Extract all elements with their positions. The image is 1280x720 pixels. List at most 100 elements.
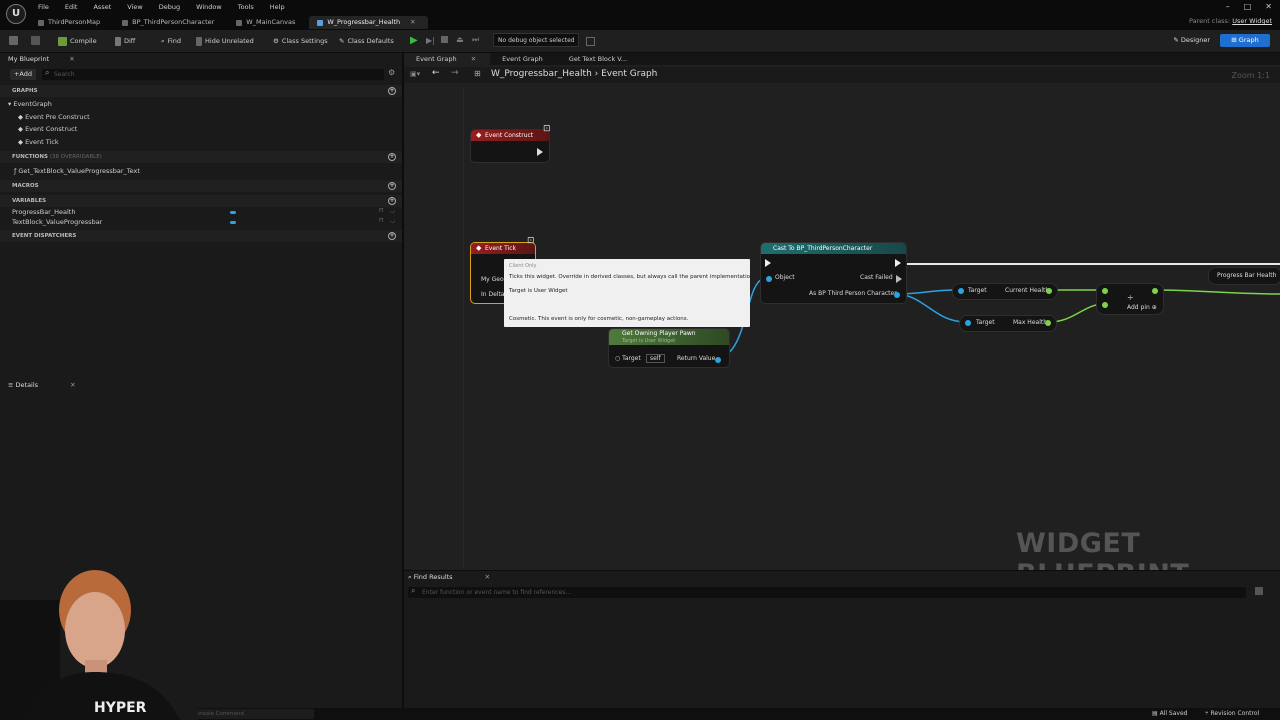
blueprint-search-input[interactable]: Search (42, 69, 384, 80)
doc-tab-bp-thirdpersoncharacter[interactable]: BP_ThirdPersonCharacter (114, 16, 226, 29)
skip-icon[interactable]: ⏭ (472, 35, 479, 45)
variable-item[interactable]: ProgressBar_Health (12, 207, 75, 217)
all-saved-status[interactable]: ▤ All Saved (1152, 708, 1187, 720)
details-icon: ≡ (8, 381, 16, 389)
current-health-getter[interactable]: Target Current Health (952, 283, 1058, 300)
exec-out-pin[interactable] (895, 259, 901, 267)
object-out-pin[interactable] (894, 292, 900, 298)
divide-node[interactable]: ÷ Add pin ⊕ (1096, 283, 1164, 315)
menu-edit[interactable]: Edit (57, 2, 86, 12)
add-dispatcher-icon[interactable]: + (388, 232, 396, 240)
float-out-pin[interactable] (1045, 320, 1051, 326)
progress-bar-health-getter[interactable]: Progress Bar Health (1208, 267, 1280, 285)
add-macro-icon[interactable]: + (388, 182, 396, 190)
graph-item-eventgraph[interactable]: ▾ EventGraph (8, 99, 52, 109)
stop-icon[interactable] (441, 36, 448, 43)
section-functions[interactable]: FUNCTIONS (38 OVERRIDABLE) + (0, 151, 402, 163)
menu-debug[interactable]: Debug (151, 2, 188, 12)
menu-file[interactable]: File (30, 2, 57, 12)
target-in-pin[interactable] (958, 288, 964, 294)
eye-icon[interactable]: ◡ (390, 207, 395, 214)
class-defaults-button[interactable]: ✎ Class Defaults (339, 35, 394, 47)
doc-tab-w-maincanvas[interactable]: W_MainCanvas (228, 16, 307, 29)
section-graphs[interactable]: GRAPHS + (0, 85, 402, 97)
tooltip-description: Ticks this widget. Override in derived c… (509, 274, 756, 280)
add-pin-button[interactable]: Add pin ⊕ (1127, 304, 1157, 311)
find-results-input[interactable]: Enter function or event name to find ref… (408, 587, 1246, 598)
get-owning-player-pawn-node[interactable]: Get Owning Player Pawn Target is User Wi… (608, 328, 730, 368)
graph-button[interactable]: ⊞ Graph (1220, 34, 1270, 47)
event-construct-node[interactable]: Event Construct ◆ (470, 129, 550, 163)
find-label: Find (167, 37, 181, 45)
menu-window[interactable]: Window (188, 2, 230, 12)
variable-item[interactable]: TextBlock_ValueProgressbar (12, 217, 102, 227)
menu-asset[interactable]: Asset (85, 2, 119, 12)
class-settings-button[interactable]: ⚙ Class Settings (273, 35, 328, 47)
close-tab-icon[interactable]: ✕ (69, 55, 74, 63)
cast-title: Cast To BP_ThirdPersonCharacter (773, 245, 873, 252)
exec-out-pin[interactable] (537, 148, 543, 156)
find-results-tab[interactable]: ⌕ Find Results ✕ (404, 571, 490, 583)
debug-options-icon[interactable] (586, 37, 595, 46)
minimize-icon[interactable]: – (1226, 2, 1230, 11)
menu-view[interactable]: View (119, 2, 150, 12)
parent-class-link[interactable]: User Widget (1232, 17, 1272, 25)
add-variable-icon[interactable]: + (388, 197, 396, 205)
close-tab-icon[interactable]: ✕ (410, 16, 415, 29)
find-options-icon[interactable] (1255, 587, 1263, 595)
graph-item-event-tick[interactable]: ◆ Event Tick (18, 137, 59, 147)
designer-button[interactable]: ✎ Designer (1173, 34, 1210, 47)
exec-in-pin[interactable] (765, 259, 771, 267)
max-health-getter[interactable]: Target Max Health (959, 315, 1057, 332)
doc-tab-label: W_MainCanvas (246, 18, 296, 26)
add-graph-icon[interactable]: + (388, 87, 396, 95)
doc-tab-label: W_Progressbar_Health (327, 18, 401, 26)
function-item[interactable]: ƒ Get_TextBlock_ValueProgressbar_Text (14, 166, 140, 176)
console-command-input[interactable]: Console Command (188, 709, 314, 719)
close-window-icon[interactable]: ✕ (1265, 2, 1272, 11)
browse-icon[interactable] (31, 36, 40, 45)
doc-tab-w-progressbar-health[interactable]: W_Progressbar_Health ✕ (309, 16, 428, 29)
cast-node[interactable]: Cast To BP_ThirdPersonCharacter Object C… (760, 242, 907, 304)
section-event-dispatchers[interactable]: EVENT DISPATCHERS + (0, 230, 402, 242)
compile-button[interactable]: Compile (58, 35, 97, 47)
my-blueprint-tab[interactable]: My Blueprint ✕ (0, 53, 402, 65)
target-in-pin[interactable] (965, 320, 971, 326)
diff-button[interactable]: Diff (115, 35, 135, 47)
debug-object-select[interactable]: No debug object selected ▾ (493, 33, 579, 58)
float-out-pin[interactable] (1046, 288, 1052, 294)
object-in-pin[interactable] (766, 276, 772, 282)
section-variables[interactable]: VARIABLES + (0, 195, 402, 207)
details-tab[interactable]: ≡ Details ✕ (0, 379, 402, 391)
graph-item-event-pre-construct[interactable]: ◆ Event Pre Construct (18, 112, 90, 122)
revision-control-status[interactable]: ⑂ Revision Control (1205, 708, 1259, 720)
close-tab-icon[interactable]: ✕ (485, 573, 490, 581)
exec-failed-pin[interactable] (896, 275, 902, 283)
hide-unrelated-button[interactable]: Hide Unrelated (196, 35, 254, 47)
float-out-pin[interactable] (1152, 288, 1158, 294)
save-icon[interactable] (9, 36, 18, 45)
find-button[interactable]: ⌕ Find (161, 35, 181, 47)
target-pin[interactable]: ○ Target (615, 355, 641, 362)
eye-icon[interactable]: ◡ (390, 217, 395, 224)
graph-item-event-construct[interactable]: ◆ Event Construct (18, 124, 77, 134)
add-button[interactable]: +Add (10, 69, 36, 80)
doc-tab-thirdpersonmap[interactable]: ThirdPersonMap (30, 16, 112, 29)
play-icon[interactable]: ▶ (410, 35, 418, 46)
gear-icon[interactable]: ⚙ (388, 68, 395, 77)
widget-icon (317, 19, 324, 26)
step-icon[interactable]: ▶| (426, 36, 435, 45)
close-tab-icon[interactable]: ✕ (70, 381, 75, 389)
eject-icon[interactable]: ⏏ (456, 35, 464, 44)
parent-class-label: Parent class: (1188, 17, 1231, 25)
menu-help[interactable]: Help (262, 2, 293, 12)
section-macros[interactable]: MACROS + (0, 180, 402, 192)
search-icon: ⌕ (161, 37, 165, 45)
tooltip-cosmetic: Cosmetic. This event is only for cosmeti… (509, 316, 689, 322)
float-in-pin[interactable] (1102, 302, 1108, 308)
add-function-icon[interactable]: + (388, 153, 396, 161)
float-in-pin[interactable] (1102, 288, 1108, 294)
object-out-pin[interactable] (715, 357, 721, 363)
menu-tools[interactable]: Tools (230, 2, 262, 12)
maximize-icon[interactable]: □ (1244, 2, 1252, 11)
